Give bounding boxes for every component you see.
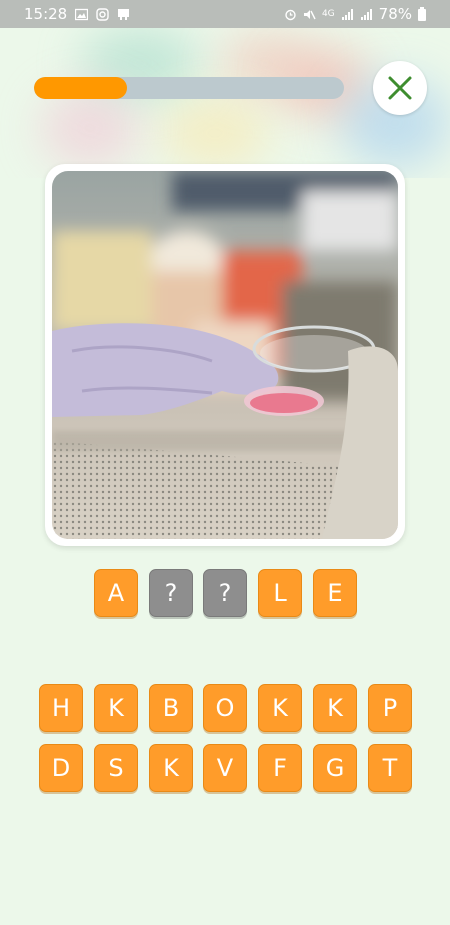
letter-key[interactable]: K — [258, 684, 302, 732]
letter-key[interactable]: D — [39, 744, 83, 792]
letter-key[interactable]: S — [94, 744, 138, 792]
answer-slot[interactable]: A — [94, 569, 138, 617]
answer-slot[interactable]: ? — [149, 569, 193, 617]
signal-icon — [360, 8, 372, 20]
signal-icon — [341, 8, 353, 20]
battery-label: 78% — [378, 5, 412, 23]
letter-key[interactable]: K — [149, 744, 193, 792]
close-icon — [388, 76, 412, 100]
letter-key[interactable]: B — [149, 684, 193, 732]
letter-key[interactable]: K — [94, 684, 138, 732]
letter-key[interactable]: T — [368, 744, 412, 792]
network-label: 4G — [321, 9, 335, 19]
lab-photo-illustration — [52, 171, 398, 539]
letter-key[interactable]: V — [203, 744, 247, 792]
letter-key[interactable]: O — [203, 684, 247, 732]
status-bar: 15:28 4G 78% — [0, 0, 450, 28]
puzzle-image-frame — [45, 164, 405, 546]
puzzle-photo — [52, 171, 398, 539]
answer-slot[interactable]: E — [313, 569, 357, 617]
answer-slot[interactable]: L — [258, 569, 302, 617]
letter-key[interactable]: H — [39, 684, 83, 732]
alarm-icon — [285, 9, 296, 20]
answer-slot[interactable]: ? — [203, 569, 247, 617]
letter-key[interactable]: F — [258, 744, 302, 792]
progress-fill — [34, 77, 127, 99]
letter-key[interactable]: P — [368, 684, 412, 732]
close-button[interactable] — [373, 61, 427, 115]
notification-icon — [118, 8, 130, 20]
mute-icon — [303, 9, 316, 19]
progress-bar — [34, 77, 344, 99]
instagram-icon — [96, 7, 109, 21]
clock: 15:28 — [24, 5, 68, 23]
gallery-icon — [75, 8, 89, 20]
letter-key[interactable]: G — [313, 744, 357, 792]
battery-icon — [418, 7, 426, 21]
letter-key[interactable]: K — [313, 684, 357, 732]
